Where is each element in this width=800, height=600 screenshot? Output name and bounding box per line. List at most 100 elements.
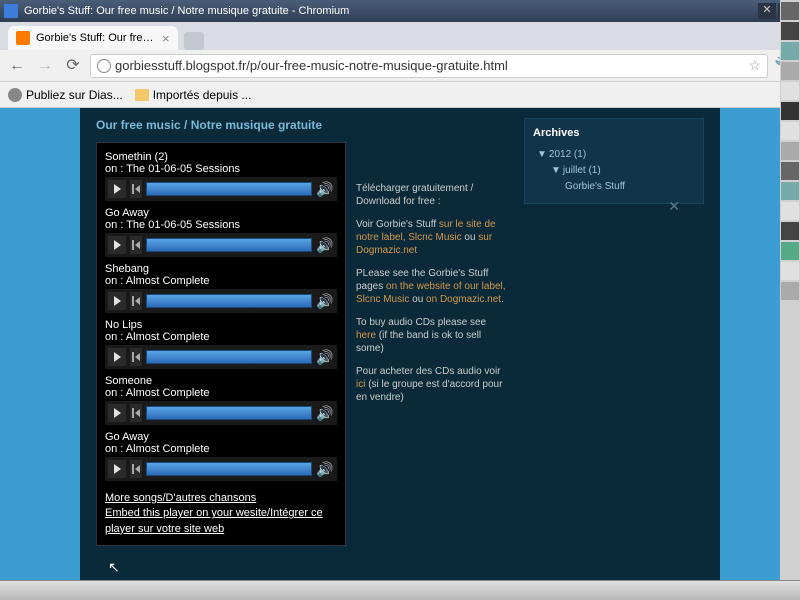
archive-month[interactable]: ▼juillet (1) <box>533 163 695 179</box>
track-title: Someone <box>105 375 337 387</box>
text: Télécharger gratuitement / Download for … <box>356 183 473 207</box>
track-title: Go Away <box>105 431 337 443</box>
tab-close-icon[interactable]: × <box>162 31 170 46</box>
dock-icon[interactable] <box>781 202 799 220</box>
dock-icon[interactable] <box>781 242 799 260</box>
text: Pour acheter des CDs audio voir <box>356 366 501 377</box>
dock-icon[interactable] <box>781 42 799 60</box>
text: To buy audio CDs please see <box>356 317 486 328</box>
volume-icon[interactable]: 🔊 <box>316 237 334 254</box>
volume-icon[interactable]: 🔊 <box>316 405 334 422</box>
audio-controls: 🔊 <box>105 345 337 369</box>
text: (si le groupe est d'accord pour en vendr… <box>356 379 502 403</box>
volume-icon[interactable]: 🔊 <box>316 461 334 478</box>
track: Somethin (2)on : The 01-06-05 Sessions🔊 <box>105 151 337 201</box>
rewind-button[interactable] <box>130 348 142 366</box>
blog-container: Our free music / Notre musique gratuite … <box>80 108 720 580</box>
text: . <box>501 294 504 305</box>
dock-icon[interactable] <box>781 182 799 200</box>
volume-icon[interactable]: 🔊 <box>316 349 334 366</box>
dock-icon[interactable] <box>781 262 799 280</box>
rewind-button[interactable] <box>130 292 142 310</box>
window-close-button[interactable]: ✕ <box>758 3 776 19</box>
rewind-button[interactable] <box>130 404 142 422</box>
track-title: No Lips <box>105 319 337 331</box>
rewind-button[interactable] <box>130 180 142 198</box>
tab-strip: Gorbie's Stuff: Our free... × <box>0 22 800 50</box>
archive-year[interactable]: ▼2012 (1) <box>533 147 695 163</box>
rewind-button[interactable] <box>130 236 142 254</box>
text: ou <box>462 232 479 243</box>
track-album: on : Almost Complete <box>105 443 337 455</box>
page-title: Our free music / Notre musique gratuite <box>96 118 516 132</box>
archive-post-link[interactable]: Gorbie's Stuff <box>565 181 625 192</box>
play-button[interactable] <box>108 460 126 478</box>
dock-icon[interactable] <box>781 2 799 20</box>
buy-cd-link[interactable]: here <box>356 330 376 341</box>
url-box[interactable]: gorbiesstuff.blogspot.fr/p/our-free-musi… <box>90 54 768 78</box>
play-icon <box>114 184 121 194</box>
track-album: on : Almost Complete <box>105 275 337 287</box>
progress-bar[interactable] <box>146 182 312 196</box>
track-album: on : Almost Complete <box>105 387 337 399</box>
app-icon <box>4 4 18 18</box>
track-album: on : The 01-06-05 Sessions <box>105 219 337 231</box>
dock-icon[interactable] <box>781 82 799 100</box>
play-button[interactable] <box>108 292 126 310</box>
volume-icon[interactable]: 🔊 <box>316 181 334 198</box>
audio-controls: 🔊 <box>105 457 337 481</box>
dogmazic-link-en[interactable]: on Dogmazic.net <box>426 294 501 305</box>
bookmark-item[interactable]: Publiez sur Dias... <box>8 88 123 102</box>
track-title: Shebang <box>105 263 337 275</box>
dock-icon[interactable] <box>781 162 799 180</box>
collapse-icon[interactable]: ✕ <box>668 198 680 215</box>
progress-bar[interactable] <box>146 294 312 308</box>
audio-controls: 🔊 <box>105 177 337 201</box>
progress-bar[interactable] <box>146 462 312 476</box>
text: ou <box>409 294 426 305</box>
forward-button[interactable]: → <box>34 55 56 77</box>
track: Someoneon : Almost Complete 🔊 <box>105 375 337 425</box>
text: Voir Gorbie's Stuff <box>356 219 439 230</box>
dock-icon[interactable] <box>781 22 799 40</box>
dock-icon[interactable] <box>781 122 799 140</box>
bookmark-item[interactable]: Importés depuis ... <box>135 88 252 102</box>
archive-month-label: juillet (1) <box>563 165 601 176</box>
volume-icon[interactable]: 🔊 <box>316 293 334 310</box>
reload-button[interactable]: ⟳ <box>62 55 84 77</box>
dock-icon[interactable] <box>781 282 799 300</box>
window-titlebar: Gorbie's Stuff: Our free music / Notre m… <box>0 0 800 22</box>
dock-icon[interactable] <box>781 222 799 240</box>
track-album: on : The 01-06-05 Sessions <box>105 163 337 175</box>
dock-icon[interactable] <box>781 102 799 120</box>
play-button[interactable] <box>108 348 126 366</box>
play-button[interactable] <box>108 404 126 422</box>
browser-tab[interactable]: Gorbie's Stuff: Our free... × <box>8 26 178 50</box>
taskbar[interactable] <box>0 580 800 600</box>
tab-title: Gorbie's Stuff: Our free... <box>36 32 156 44</box>
dock-icon[interactable] <box>781 62 799 80</box>
play-button[interactable] <box>108 180 126 198</box>
rewind-button[interactable] <box>130 460 142 478</box>
archive-post[interactable]: Gorbie's Stuff <box>533 179 695 195</box>
progress-bar[interactable] <box>146 238 312 252</box>
progress-bar[interactable] <box>146 406 312 420</box>
progress-bar[interactable] <box>146 350 312 364</box>
more-songs-link[interactable]: More songs/D'autres chansons <box>105 491 337 506</box>
track: No Lipson : Almost Complete🔊 <box>105 319 337 369</box>
embed-player-link[interactable]: Embed this player on your wesite/Intégre… <box>105 506 337 537</box>
back-button[interactable]: ← <box>6 55 28 77</box>
chevron-down-icon: ▼ <box>537 149 547 160</box>
bookmark-star-icon[interactable]: ☆ <box>748 57 761 74</box>
dock-icon[interactable] <box>781 142 799 160</box>
archives-sidebar: Archives ▼2012 (1) ▼juillet (1) Gorbie's… <box>524 118 704 204</box>
bookmark-label: Importés depuis ... <box>153 88 252 102</box>
new-tab-button[interactable] <box>184 32 204 50</box>
bookmark-label: Publiez sur Dias... <box>26 88 123 102</box>
audio-controls: 🔊 <box>105 289 337 313</box>
play-button[interactable] <box>108 236 126 254</box>
play-icon <box>114 352 121 362</box>
audio-controls: 🔊 <box>105 233 337 257</box>
url-text: gorbiesstuff.blogspot.fr/p/our-free-musi… <box>115 58 744 73</box>
page-content: Our free music / Notre musique gratuite … <box>0 108 800 580</box>
